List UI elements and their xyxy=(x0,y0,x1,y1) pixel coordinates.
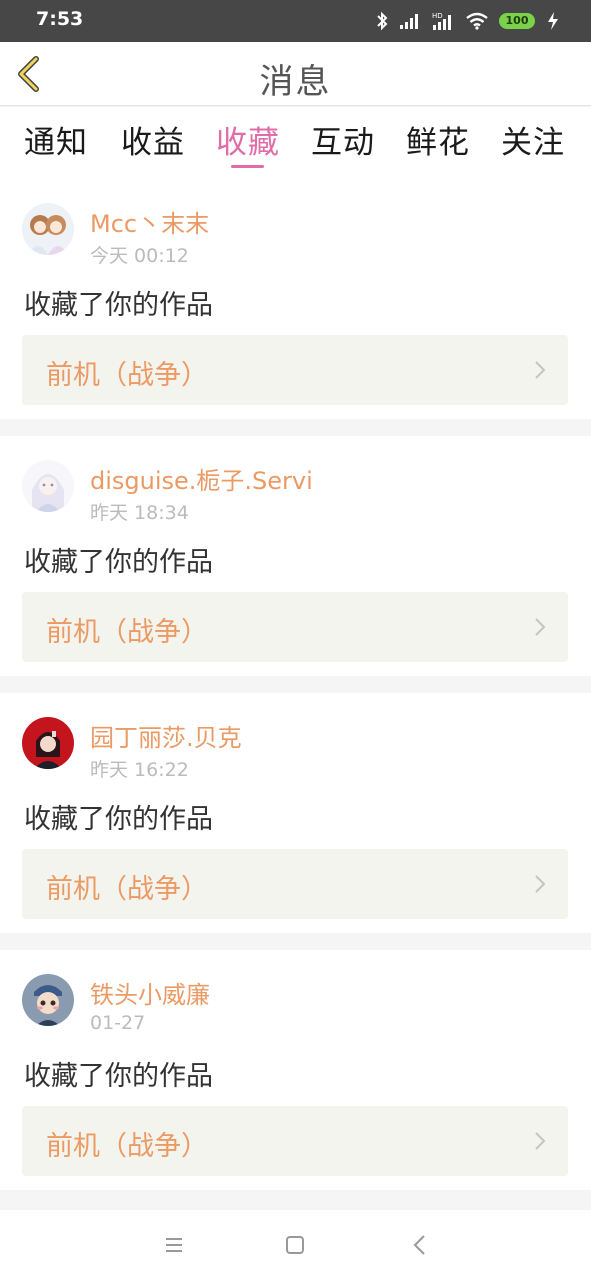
tab-flowers[interactable]: 鲜花 xyxy=(406,117,470,162)
charging-icon xyxy=(548,12,558,30)
tab-favorites[interactable]: 收藏 xyxy=(216,117,280,162)
svg-text:HD: HD xyxy=(432,12,443,20)
page-title: 消息 xyxy=(259,62,332,102)
notification-item: Mcc丶末末 今天 00:12 收藏了你的作品 前机（战争） xyxy=(0,179,591,419)
tab-bar: 通知 收益 收藏 互动 鲜花 关注 xyxy=(0,107,591,179)
work-title: 前机（战争） xyxy=(46,617,208,648)
username[interactable]: Mcc丶末末 xyxy=(90,204,209,239)
work-title: 前机（战争） xyxy=(46,874,208,905)
username[interactable]: disguise.栀子.Servi xyxy=(90,461,313,496)
work-link[interactable]: 前机（战争） xyxy=(22,335,568,405)
header: 消息 xyxy=(0,42,591,106)
signal-icon xyxy=(400,14,418,29)
menu-icon[interactable] xyxy=(160,1232,188,1258)
tab-notice[interactable]: 通知 xyxy=(24,117,88,162)
notification-item: 园丁丽莎.贝克 昨天 16:22 收藏了你的作品 前机（战争） xyxy=(0,693,591,933)
work-title: 前机（战争） xyxy=(46,1131,208,1162)
hd-signal-icon: HD xyxy=(432,12,451,30)
timestamp: 昨天 18:34 xyxy=(90,502,189,524)
battery-icon: 100 xyxy=(499,13,535,29)
work-link[interactable]: 前机（战争） xyxy=(22,849,568,919)
action-text: 收藏了你的作品 xyxy=(24,804,213,835)
timestamp: 01-27 xyxy=(90,1012,146,1034)
wifi-icon xyxy=(466,12,488,30)
tab-earnings[interactable]: 收益 xyxy=(121,117,185,162)
timestamp: 今天 00:12 xyxy=(90,245,189,267)
notification-item: 铁头小威廉 01-27 收藏了你的作品 前机（战争） xyxy=(0,950,591,1190)
action-text: 收藏了你的作品 xyxy=(24,290,213,321)
avatar[interactable] xyxy=(22,460,74,512)
tab-interactions[interactable]: 互动 xyxy=(311,117,375,162)
chevron-right-icon xyxy=(535,1132,546,1150)
status-bar: 7:53 HD 100 xyxy=(0,0,591,42)
chevron-right-icon xyxy=(535,875,546,893)
timestamp: 昨天 16:22 xyxy=(90,759,189,781)
active-tab-indicator xyxy=(231,165,264,168)
username[interactable]: 铁头小威廉 xyxy=(90,975,210,1010)
work-title: 前机（战争） xyxy=(46,360,208,391)
status-time: 7:53 xyxy=(36,8,84,30)
home-square-icon[interactable] xyxy=(281,1232,309,1258)
avatar[interactable] xyxy=(22,203,74,255)
chevron-right-icon xyxy=(535,361,546,379)
avatar[interactable] xyxy=(22,717,74,769)
avatar[interactable] xyxy=(22,974,74,1026)
notification-item: disguise.栀子.Servi 昨天 18:34 收藏了你的作品 前机（战争… xyxy=(0,436,591,676)
action-text: 收藏了你的作品 xyxy=(24,547,213,578)
work-link[interactable]: 前机（战争） xyxy=(22,1106,568,1176)
status-icons: HD 100 xyxy=(375,10,561,32)
work-link[interactable]: 前机（战争） xyxy=(22,592,568,662)
screen: 7:53 HD 100 消息 通知 收益 收藏 互动 鲜花 关注 Mcc丶末末 … xyxy=(0,0,591,1280)
action-text: 收藏了你的作品 xyxy=(24,1061,213,1092)
username[interactable]: 园丁丽莎.贝克 xyxy=(90,718,242,753)
back-icon[interactable] xyxy=(406,1232,434,1258)
bluetooth-icon xyxy=(377,11,388,31)
system-nav-bar xyxy=(0,1210,591,1280)
chevron-right-icon xyxy=(535,618,546,636)
tab-follow[interactable]: 关注 xyxy=(501,117,565,162)
